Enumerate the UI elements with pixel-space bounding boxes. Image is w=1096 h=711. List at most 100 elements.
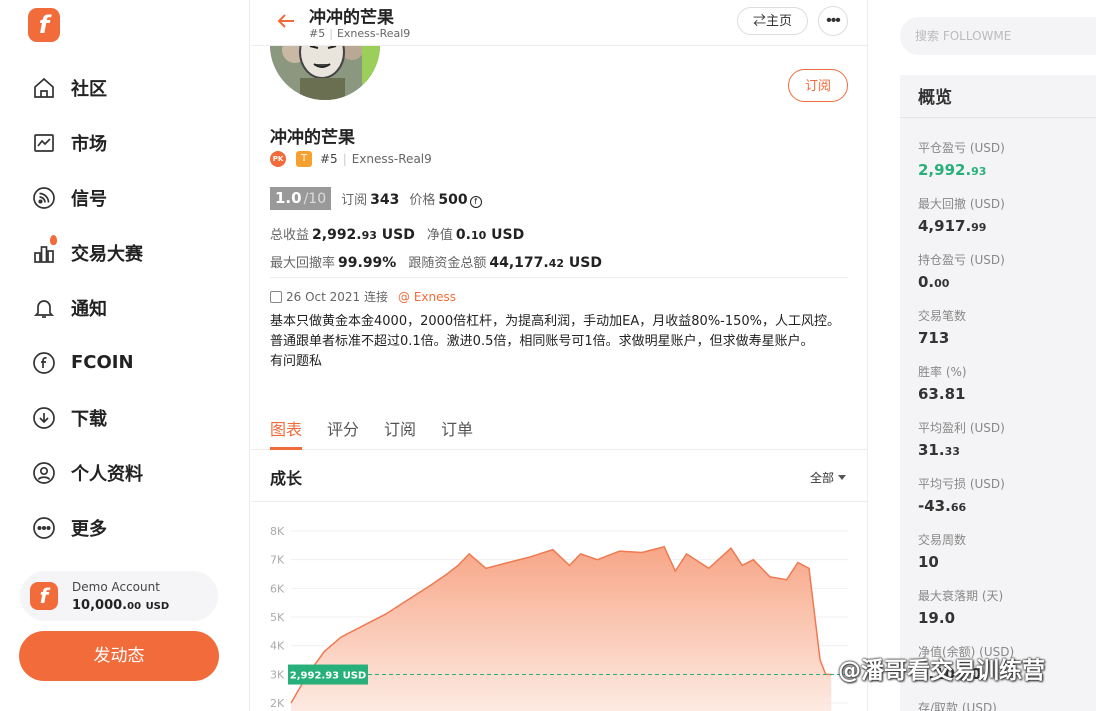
sidebar-item-label: 社区 — [71, 78, 107, 100]
sidebar-item-notifications[interactable]: 通知 — [0, 280, 250, 335]
y-tick-label: 4K — [270, 640, 285, 653]
overview-item-value-dec: 33 — [944, 445, 960, 458]
overview-item-value-main: 19.0 — [918, 609, 956, 627]
overview-item-label: 平均亏损 (USD) — [918, 477, 1005, 491]
trader-account: Exness-Real9 — [351, 152, 432, 166]
max-drawdown-label: 最大回撤率 — [270, 256, 336, 271]
followme-logo-icon[interactable]: f — [28, 8, 60, 42]
follow-funds-value: 44,177.42 USD — [489, 255, 602, 271]
follow-funds-main: 44,177. — [489, 255, 549, 271]
subscribe-count: 订阅 343 — [341, 189, 399, 208]
subscribe-count-value: 343 — [370, 192, 400, 208]
overview-item-value: 10 — [918, 553, 966, 571]
overview-item-label: 平均盈利 (USD) — [918, 421, 1005, 435]
range-value: 全部 — [810, 471, 835, 485]
overview-item-value-main: 0. — [918, 273, 935, 291]
tab-orders[interactable]: 订单 — [441, 416, 473, 450]
user-icon — [32, 461, 56, 485]
overview-item: 胜率 (%) 63.81 — [918, 363, 967, 403]
overview-panel: 概览 平仓盈亏 (USD) 2,992.93 最大回撤 (USD) 4,917.99 持… — [900, 75, 1096, 711]
overview-item-label: 最大回撤 (USD) — [918, 197, 1005, 211]
growth-chart: 2K 3K 4K 5K 6K 7K 8K 2,992.93 USD — [251, 503, 867, 711]
sidebar-item-more[interactable]: 更多 — [0, 500, 250, 555]
overview-item-value: 0.00 — [918, 273, 1005, 291]
tab-rating[interactable]: 评分 — [327, 416, 359, 450]
price-value: 500 — [438, 192, 468, 208]
follow-funds-unit: USD — [564, 255, 602, 271]
y-tick-label: 6K — [270, 582, 285, 595]
overview-item: 最大回撤 (USD) 4,917.99 — [918, 195, 1005, 235]
sidebar-item-signal[interactable]: 信号 — [0, 170, 250, 225]
overview-item-value-main: 63.81 — [918, 385, 966, 403]
separator: | — [329, 27, 333, 40]
pk-badge-icon: PK — [270, 151, 286, 167]
sidebar-item-contest[interactable]: 交易大赛 — [0, 225, 250, 280]
y-tick-label: 2K — [270, 697, 285, 710]
overview-item-value: 19.0 — [918, 609, 1003, 627]
overview-item: 平均亏损 (USD) -43.66 — [918, 475, 1005, 515]
page-subtitle: #5 | Exness-Real9 — [309, 27, 410, 40]
y-tick-label: 7K — [270, 554, 285, 567]
demo-account-card[interactable]: f Demo Account 10,000.00 USD — [20, 571, 218, 621]
search-input[interactable] — [900, 17, 1096, 55]
equity-label: 净值 — [426, 228, 453, 243]
sidebar-item-label: 市场 — [71, 133, 107, 155]
sidebar-item-label: 交易大赛 — [71, 243, 143, 265]
follow-funds-dec: 42 — [548, 257, 564, 270]
trader-badge-icon: T — [296, 151, 312, 167]
post-button[interactable]: 发动态 — [19, 631, 219, 681]
equity-dec: 10 — [470, 229, 487, 242]
right-panel: 概览 平仓盈亏 (USD) 2,992.93 最大回撤 (USD) 4,917.99 持… — [869, 0, 1096, 711]
range-dropdown[interactable]: 全部 — [810, 469, 847, 486]
growth-area — [291, 546, 832, 711]
overview-item-label: 交易笔数 — [918, 309, 967, 323]
divider — [900, 117, 1096, 118]
overview-item-value: 2,992.93 — [918, 161, 1005, 179]
broker-link[interactable]: @ Exness — [398, 290, 456, 304]
sidebar-item-market[interactable]: 市场 — [0, 115, 250, 170]
watermark: @潘哥看交易训练营 — [838, 658, 1045, 684]
overview-item-value-dec: 99 — [971, 221, 987, 234]
overview-item-label: 持仓盈亏 (USD) — [918, 253, 1005, 267]
chevron-down-icon — [838, 475, 847, 480]
overview-item-value: 713 — [918, 329, 966, 347]
trader-name: 冲冲的芒果 — [270, 128, 355, 148]
overview-item: 交易周数 10 — [918, 531, 966, 571]
divider — [270, 277, 848, 278]
trader-badges: PK T #5 | Exness-Real9 — [270, 151, 432, 167]
chart-header: 成长 全部 — [251, 450, 867, 502]
overview-item-label: 平仓盈亏 (USD) — [918, 141, 1005, 155]
score-row: 1.0/10 订阅 343 价格 500 f — [270, 187, 482, 210]
followme-logo-icon: f — [30, 582, 58, 610]
home-button[interactable]: ⇄主页 — [737, 7, 808, 35]
overview-item-value: 31.33 — [918, 441, 1005, 459]
price-label: 价格 — [409, 193, 436, 208]
profit-row: 总收益 2,992.93 USD 净值 0.10 USD — [270, 224, 524, 243]
follow-funds-label: 跟随资金总额 — [408, 256, 487, 271]
tab-chart[interactable]: 图表 — [270, 416, 302, 450]
sidebar-item-download[interactable]: 下载 — [0, 390, 250, 445]
overview-item-value-main: 10 — [918, 553, 939, 571]
balance-dec: 00 — [127, 601, 142, 612]
sidebar-item-fcoin[interactable]: FCOIN — [0, 335, 250, 390]
back-arrow-icon[interactable] — [275, 10, 297, 32]
score-value: 1.0 — [275, 189, 302, 207]
main-content: 冲冲的芒果 #5 | Exness-Real9 ⇄主页 ••• 订阅 冲冲的芒果 P… — [251, 0, 868, 711]
description-text-2: 有问题私 — [270, 354, 323, 369]
tab-subscriptions[interactable]: 订阅 — [384, 416, 416, 450]
connect-date: 26 Oct 2021 连接 — [286, 290, 389, 304]
current-value-label: 2,992.93 USD — [290, 671, 366, 682]
more-options-button[interactable]: ••• — [818, 6, 848, 36]
overview-item-value-dec: 66 — [950, 501, 967, 514]
sidebar-item-label: 下载 — [71, 408, 107, 430]
header-rank: #5 — [309, 27, 326, 40]
subscribe-button[interactable]: 订阅 — [788, 69, 848, 102]
y-tick-label: 3K — [270, 668, 285, 681]
sidebar-item-community[interactable]: 社区 — [0, 60, 250, 115]
description-text: 基本只做黄金本金4000，2000倍杠杆，为提高利润，手动加EA，月收益80%-… — [270, 314, 841, 349]
meta-row: 26 Oct 2021 连接 @ Exness — [270, 288, 456, 305]
more-icon — [32, 516, 56, 540]
sidebar-item-profile[interactable]: 个人资料 — [0, 445, 250, 500]
balance-main: 10,000. — [72, 598, 128, 613]
balance-currency: USD — [145, 601, 170, 612]
